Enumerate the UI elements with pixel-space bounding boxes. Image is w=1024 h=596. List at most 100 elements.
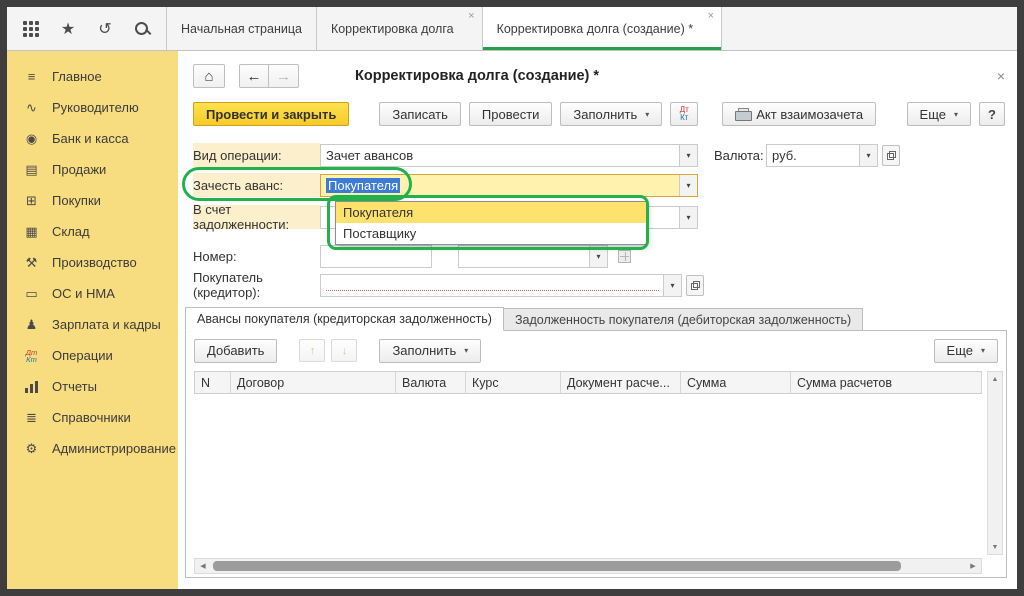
sidebar-item-warehouse[interactable]: ▦ Склад xyxy=(7,216,178,247)
advance-offset-dropdown-list: Покупателя Поставщику xyxy=(335,201,647,245)
calendar-icon[interactable] xyxy=(618,250,631,263)
sidebar-item-fixed-assets[interactable]: ▭ ОС и НМА xyxy=(7,278,178,309)
scroll-right-icon[interactable]: ▶ xyxy=(965,559,981,573)
vertical-scrollbar[interactable]: ▲ ▼ xyxy=(987,371,1003,555)
history-icon[interactable]: ↺ xyxy=(94,18,116,40)
sidebar: ≡ Главное ∿ Руководителю ◉ Банк и касса … xyxy=(7,51,178,589)
tab-label: Корректировка долга (создание) * xyxy=(497,22,694,36)
printer-icon xyxy=(735,108,750,120)
caret-down-icon: ▾ xyxy=(464,346,468,355)
horizontal-scrollbar[interactable]: ◀ ▶ xyxy=(194,558,982,574)
date-field[interactable]: ▾ xyxy=(458,245,608,268)
post-button[interactable]: Провести xyxy=(469,102,553,126)
forward-button[interactable]: → xyxy=(269,64,299,88)
sidebar-item-label: Администрирование xyxy=(52,441,176,456)
tab-label: Корректировка долга xyxy=(331,22,454,36)
document-toolbar: Провести и закрыть Записать Провести Зап… xyxy=(193,101,1005,127)
scroll-left-icon[interactable]: ◀ xyxy=(195,559,211,573)
required-underline xyxy=(326,279,659,292)
advance-offset-value-selected: Покупателя xyxy=(326,178,400,193)
tab-close-icon[interactable]: × xyxy=(468,10,474,22)
sidebar-item-directories[interactable]: ≣ Справочники xyxy=(7,402,178,433)
sidebar-item-purchases[interactable]: ⊞ Покупки xyxy=(7,185,178,216)
close-document-button[interactable]: × xyxy=(997,68,1005,84)
button-label: Заполнить xyxy=(392,343,456,358)
sidebar-item-label: Покупки xyxy=(52,193,101,208)
dropdown-caret-icon[interactable]: ▾ xyxy=(679,145,697,166)
customer-creditor-field[interactable]: ▾ xyxy=(320,274,682,297)
move-row-up-button[interactable]: ↑ xyxy=(299,339,325,362)
dropdown-option-buyer[interactable]: Покупателя xyxy=(336,202,646,223)
tab-buyer-advances[interactable]: Авансы покупателя (кредиторская задолжен… xyxy=(185,307,504,331)
add-row-button[interactable]: Добавить xyxy=(194,339,277,363)
back-button[interactable]: ← xyxy=(239,64,269,88)
option-label: Покупателя xyxy=(343,205,413,220)
grid-fill-menu-button[interactable]: Заполнить ▾ xyxy=(379,339,481,363)
operation-type-field[interactable]: Зачет авансов ▾ xyxy=(320,144,698,167)
scroll-up-icon[interactable]: ▲ xyxy=(988,372,1002,386)
search-icon[interactable] xyxy=(131,18,153,40)
tab-home-page[interactable]: Начальная страница xyxy=(166,7,317,50)
number-field[interactable] xyxy=(320,245,432,268)
column-header-contract: Договор xyxy=(231,372,396,394)
menu-icon: ≡ xyxy=(23,69,40,84)
operation-type-row: Вид операции: Зачет авансов ▾ Валюта: ру… xyxy=(193,143,900,167)
document-form: ⌂ ← → Корректировка долга (создание) * ×… xyxy=(178,51,1017,589)
move-row-down-button[interactable]: ↓ xyxy=(331,339,357,362)
more-menu-button[interactable]: Еще ▾ xyxy=(907,102,971,126)
show-postings-button[interactable]: Дт Кт xyxy=(670,102,698,126)
open-icon xyxy=(887,151,896,160)
calendar-caret-icon[interactable]: ▾ xyxy=(589,246,607,267)
sidebar-item-administration[interactable]: ⚙ Администрирование xyxy=(7,433,178,464)
number-date-row: Номер: ▾ xyxy=(193,244,631,268)
caret-down-icon: ▾ xyxy=(981,346,985,355)
favorites-star-icon[interactable]: ★ xyxy=(57,18,79,40)
button-label: Заполнить xyxy=(573,107,637,122)
grid-more-menu-button[interactable]: Еще ▾ xyxy=(934,339,998,363)
sidebar-item-sales[interactable]: ▤ Продажи xyxy=(7,154,178,185)
sidebar-item-manager[interactable]: ∿ Руководителю xyxy=(7,92,178,123)
dropdown-option-supplier[interactable]: Поставщику xyxy=(336,223,646,244)
bar-chart-icon xyxy=(23,381,40,393)
fill-menu-button[interactable]: Заполнить ▾ xyxy=(560,102,662,126)
home-button[interactable]: ⌂ xyxy=(193,64,225,88)
button-label: Акт взаимозачета xyxy=(756,107,863,122)
save-button[interactable]: Записать xyxy=(379,102,461,126)
column-header-currency: Валюта xyxy=(396,372,466,394)
advance-offset-label: Зачесть аванс: xyxy=(193,173,320,197)
post-and-close-button[interactable]: Провести и закрыть xyxy=(193,102,349,126)
tab-debt-adjustment-new[interactable]: Корректировка долга (создание) * × xyxy=(483,7,723,50)
sidebar-item-production[interactable]: ⚒ Производство xyxy=(7,247,178,278)
button-label: Записать xyxy=(392,107,448,122)
help-button[interactable]: ? xyxy=(979,102,1005,126)
sidebar-item-bank-cash[interactable]: ◉ Банк и касса xyxy=(7,123,178,154)
option-label: Поставщику xyxy=(343,226,416,241)
dropdown-caret-icon[interactable]: ▾ xyxy=(859,145,877,166)
column-header-amount: Сумма xyxy=(681,372,791,394)
dropdown-caret-icon[interactable]: ▾ xyxy=(663,275,681,296)
advance-offset-field[interactable]: Покупателя ▾ xyxy=(320,174,698,197)
credit-glyph: Кт xyxy=(680,114,688,122)
dropdown-caret-icon[interactable]: ▾ xyxy=(679,207,697,228)
gear-icon: ⚙ xyxy=(23,441,40,457)
sidebar-item-main[interactable]: ≡ Главное xyxy=(7,61,178,92)
customer-open-button[interactable] xyxy=(686,275,704,296)
sidebar-item-label: Справочники xyxy=(52,410,131,425)
tab-close-icon[interactable]: × xyxy=(708,10,714,22)
sidebar-item-salary-hr[interactable]: ♟ Зарплата и кадры xyxy=(7,309,178,340)
scroll-down-icon[interactable]: ▼ xyxy=(988,540,1002,554)
currency-open-button[interactable] xyxy=(882,145,900,166)
sidebar-item-operations[interactable]: Дт Кт Операции xyxy=(7,340,178,371)
sidebar-item-reports[interactable]: Отчеты xyxy=(7,371,178,402)
button-label: Еще xyxy=(947,343,973,358)
currency-field[interactable]: руб. ▾ xyxy=(766,144,878,167)
tab-debt-adjustment[interactable]: Корректировка долга × xyxy=(317,7,483,50)
apps-menu-icon[interactable] xyxy=(20,18,42,40)
dropdown-caret-icon[interactable]: ▾ xyxy=(679,175,697,196)
caret-down-icon: ▾ xyxy=(954,110,958,119)
sidebar-item-label: Продажи xyxy=(52,162,106,177)
tab-buyer-debt[interactable]: Задолженность покупателя (дебиторская за… xyxy=(504,308,863,331)
tab-label: Авансы покупателя (кредиторская задолжен… xyxy=(197,312,492,326)
scrollbar-thumb[interactable] xyxy=(213,561,901,571)
offset-act-print-button[interactable]: Акт взаимозачета xyxy=(722,102,876,126)
